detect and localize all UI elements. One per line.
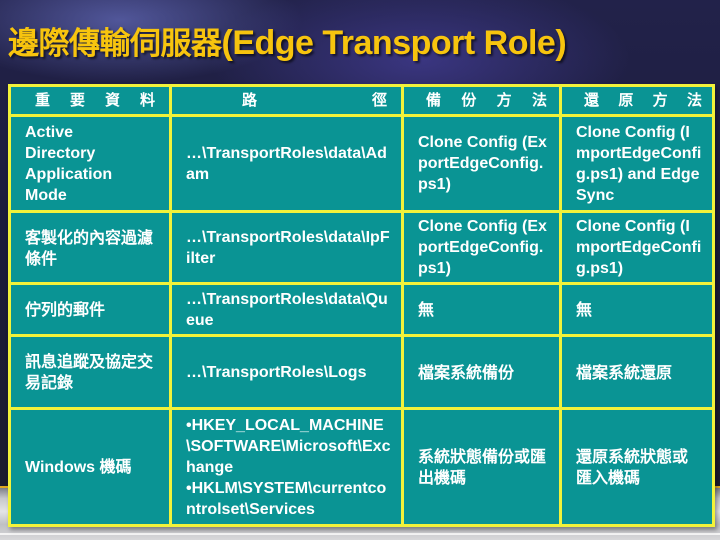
table-header-row: 重 要 資 料 路 徑 備 份 方 法 還 原 方 法: [8, 84, 715, 117]
table-row: 佇列的郵件 …\TransportRoles\data\Queue 無 無: [8, 282, 715, 337]
cell-backup: 系統狀態備份或匯出機碼: [401, 407, 562, 527]
cell-backup: Clone Config (ExportEdgeConfig.ps1): [401, 210, 562, 285]
header-char: 徑: [371, 91, 387, 109]
cell-restore: 檔案系統還原: [559, 334, 715, 410]
cell-path: …\TransportRoles\data\Queue: [169, 282, 404, 337]
header-char: 方: [652, 91, 668, 109]
cell-backup: 無: [401, 282, 562, 337]
edge-transport-data-table: 重 要 資 料 路 徑 備 份 方 法 還 原 方 法 Active Direc…: [8, 84, 715, 527]
table-row: Active Directory Application Mode …\Tran…: [8, 114, 715, 213]
header-char: 份: [461, 91, 477, 109]
header-char: 還: [584, 91, 600, 109]
slide-title-cjk: 邊際傳輸伺服器: [8, 26, 222, 62]
header-path: 路 徑: [169, 84, 404, 117]
slide-title-en: (Edge Transport Role): [221, 24, 567, 62]
cell-path: …\TransportRoles\Logs: [169, 334, 404, 410]
header-char: 重: [35, 91, 51, 109]
slide-title: 邊際傳輸伺服器(Edge Transport Role): [8, 18, 567, 63]
cell-restore: Clone Config (ImportEdgeConfig.ps1) and …: [559, 114, 715, 213]
header-restore-method: 還 原 方 法: [559, 84, 715, 117]
cell-path: …\TransportRoles\data\IpFilter: [169, 210, 404, 285]
background-highlight-line: [0, 533, 720, 535]
header-char: 方: [496, 91, 512, 109]
header-char: 法: [686, 91, 702, 109]
header-important-data: 重 要 資 料: [8, 84, 172, 117]
cell-path: …\TransportRoles\data\Adam: [169, 114, 404, 213]
cell-backup: 檔案系統備份: [401, 334, 562, 410]
header-char: 資: [104, 91, 120, 109]
registry-path-line: •HKLM\SYSTEM\currentcontrolset\Services: [186, 479, 387, 518]
header-char: 路: [242, 91, 258, 109]
header-backup-method: 備 份 方 法: [401, 84, 562, 117]
cell-data: 佇列的郵件: [8, 282, 172, 337]
cell-path: •HKEY_LOCAL_MACHINE\SOFTWARE\Microsoft\E…: [169, 407, 404, 527]
cell-data: Active Directory Application Mode: [8, 114, 172, 213]
cell-data: 訊息追蹤及協定交易記錄: [8, 334, 172, 410]
header-char: 備: [426, 91, 442, 109]
table-row: Windows 機碼 •HKEY_LOCAL_MACHINE\SOFTWARE\…: [8, 407, 715, 527]
cell-restore: Clone Config (ImportEdgeConfig.ps1): [559, 210, 715, 285]
registry-path-line: •HKEY_LOCAL_MACHINE\SOFTWARE\Microsoft\E…: [186, 416, 391, 476]
header-char: 法: [531, 91, 547, 109]
table-row: 訊息追蹤及協定交易記錄 …\TransportRoles\Logs 檔案系統備份…: [8, 334, 715, 410]
cell-restore: 還原系統狀態或匯入機碼: [559, 407, 715, 527]
cell-backup: Clone Config (ExportEdgeConfig.ps1): [401, 114, 562, 213]
table-row: 客製化的內容過濾條件 …\TransportRoles\data\IpFilte…: [8, 210, 715, 285]
header-char: 要: [69, 91, 85, 109]
cell-restore: 無: [559, 282, 715, 337]
header-char: 料: [139, 91, 155, 109]
cell-data: Windows 機碼: [8, 407, 172, 527]
header-char: 原: [618, 91, 634, 109]
cell-data: 客製化的內容過濾條件: [8, 210, 172, 285]
